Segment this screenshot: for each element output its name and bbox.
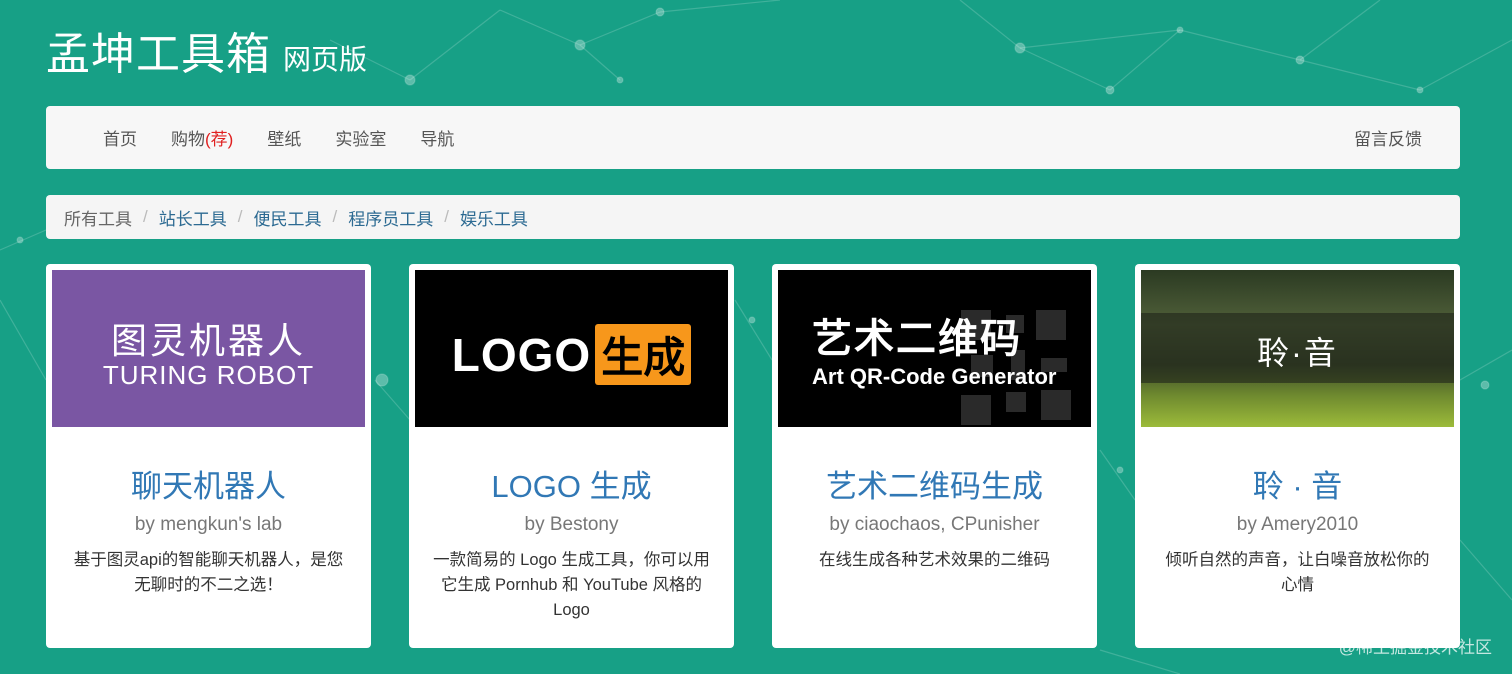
crumb-webmaster-tools[interactable]: 站长工具 — [159, 205, 227, 230]
card-author: by Bestony — [524, 514, 619, 535]
feedback-link[interactable]: 留言反馈 — [1354, 106, 1422, 169]
thumb-title: 艺术二维码 — [812, 317, 1022, 361]
nav-menu: 首页 购物(荐) 壁纸 实验室 导航 — [86, 106, 471, 169]
tool-card-logo-generator[interactable]: LOGO 生成 LOGO 生成 by Bestony 一款简易的 Logo 生成… — [409, 264, 734, 648]
crumb-programmer-tools[interactable]: 程序员工具 — [348, 205, 433, 230]
card-description: 基于图灵api的智能聊天机器人，是您无聊时的不二之选！ — [73, 551, 344, 594]
site-title[interactable]: 孟坤工具箱 — [46, 18, 271, 82]
thumb-title: 图灵机器人 — [110, 320, 306, 361]
logo-generator-thumbnail[interactable]: LOGO 生成 — [415, 270, 728, 427]
tool-card-art-qrcode[interactable]: 艺术二维码 Art QR-Code Generator 艺术二维码生成 by c… — [772, 264, 1097, 648]
card-description: 一款简易的 Logo 生成工具，你可以用它生成 Pornhub 和 YouTub… — [433, 551, 710, 619]
top-navbar: 首页 购物(荐) 壁纸 实验室 导航 留言反馈 — [46, 106, 1460, 169]
crumb-separator: / — [143, 207, 148, 226]
card-title[interactable]: 艺术二维码生成 — [778, 461, 1091, 506]
ling-yin-thumbnail[interactable]: 聆·音 — [1141, 270, 1454, 427]
art-qrcode-thumbnail[interactable]: 艺术二维码 Art QR-Code Generator — [778, 270, 1091, 427]
card-title[interactable]: 聆 · 音 — [1141, 461, 1454, 506]
category-breadcrumb: 所有工具 / 站长工具 / 便民工具 / 程序员工具 / 娱乐工具 — [46, 195, 1460, 239]
card-author: by Amery2010 — [1236, 514, 1359, 535]
thumb-subtitle: TURING ROBOT — [102, 360, 315, 390]
nav-item-home[interactable]: 首页 — [86, 125, 154, 150]
crumb-separator: / — [332, 207, 338, 226]
turing-robot-thumbnail[interactable]: 图灵机器人 TURING ROBOT — [52, 270, 365, 427]
nav-item-shopping[interactable]: 购物(荐) — [154, 125, 250, 150]
thumb-generate-badge: 生成 — [595, 324, 692, 385]
card-title[interactable]: LOGO 生成 — [415, 461, 728, 506]
card-description: 在线生成各种艺术效果的二维码 — [819, 551, 1050, 569]
card-author: by ciaochaos, CPunisher — [829, 514, 1040, 535]
thumb-subtitle: Art QR-Code Generator — [812, 364, 1057, 389]
crumb-separator: / — [237, 207, 243, 226]
crumb-entertainment-tools[interactable]: 娱乐工具 — [460, 205, 528, 230]
nav-item-navigation[interactable]: 导航 — [403, 125, 471, 150]
card-description: 倾听自然的声音，让白噪音放松你的心情 — [1165, 551, 1430, 594]
crumb-all-tools: 所有工具 — [64, 209, 132, 229]
tool-card-chatbot[interactable]: 图灵机器人 TURING ROBOT 聊天机器人 by mengkun's la… — [46, 264, 371, 648]
tool-card-ling-yin[interactable]: 聆·音 聆 · 音 by Amery2010 倾听自然的声音，让白噪音放松你的心… — [1135, 264, 1460, 648]
crumb-separator: / — [444, 207, 449, 226]
site-subtitle: 网页版 — [283, 44, 368, 75]
card-author: by mengkun's lab — [134, 514, 283, 535]
card-title[interactable]: 聊天机器人 — [52, 461, 365, 506]
site-header: 孟坤工具箱 网页版 — [46, 18, 367, 82]
nav-item-wallpaper[interactable]: 壁纸 — [250, 125, 318, 150]
nav-item-lab[interactable]: 实验室 — [318, 125, 403, 150]
nav-item-shopping-label: 购物 — [171, 130, 205, 149]
juejin-watermark: @稀土掘金技术社区 — [1338, 638, 1492, 657]
thumb-logo-word: LOGO — [451, 328, 592, 381]
recommended-badge: (荐) — [205, 130, 234, 149]
thumb-title: 聆·音 — [1257, 335, 1338, 371]
crumb-convenience-tools[interactable]: 便民工具 — [253, 205, 321, 230]
